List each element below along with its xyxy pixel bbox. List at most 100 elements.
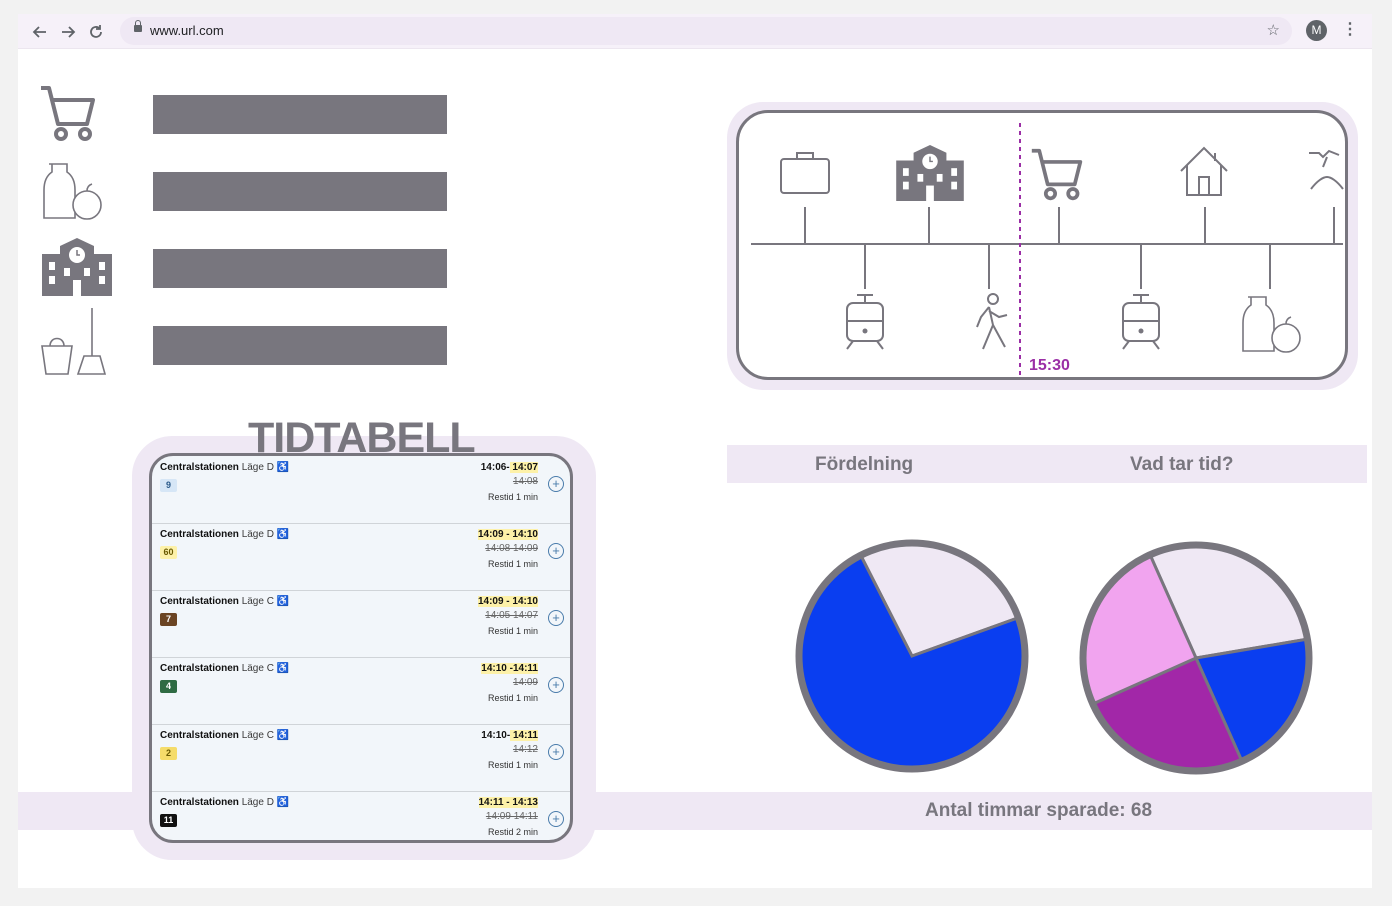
shopping-cart-icon bbox=[41, 86, 95, 141]
original-times: 14:09 14:11 bbox=[485, 811, 538, 822]
table-row[interactable]: Centralstationen Läge D ♿ 9 14:06- 14:07 14… bbox=[152, 456, 570, 524]
activity-bar-3 bbox=[153, 249, 447, 288]
travel-duration: Restid 1 min bbox=[487, 559, 538, 569]
clothes-hanger-icon bbox=[1309, 149, 1344, 190]
reload-icon bbox=[90, 25, 102, 38]
add-trip-button[interactable]: + bbox=[548, 610, 564, 626]
time-usage-pie-chart bbox=[1079, 541, 1313, 775]
timeline-panel bbox=[727, 102, 1358, 390]
add-trip-button[interactable]: + bbox=[548, 476, 564, 492]
walking-person-icon bbox=[976, 293, 1008, 350]
add-trip-button[interactable]: + bbox=[548, 744, 564, 760]
browser-toolbar: www.url.com ☆ M ⋮ bbox=[18, 14, 1372, 49]
activity-bar-4 bbox=[153, 326, 447, 365]
departure-times: 14:09 - 14:10 bbox=[477, 596, 538, 607]
station-name: Centralstationen bbox=[160, 797, 239, 808]
address-bar[interactable]: www.url.com ☆ bbox=[120, 17, 1292, 45]
line-badge: 9 bbox=[160, 479, 177, 492]
table-row[interactable]: Centralstationen Läge C ♿ 7 14:09 - 14:10 1… bbox=[152, 590, 570, 658]
home-icon bbox=[1180, 146, 1228, 196]
stop-position: Läge D bbox=[241, 462, 274, 473]
distribution-pie-chart bbox=[795, 539, 1029, 773]
departure-station: Centralstationen Läge C ♿ bbox=[160, 596, 289, 607]
stop-position: Läge C bbox=[241, 596, 274, 607]
line-badge: 11 bbox=[160, 814, 177, 827]
departure-times: 14:09 - 14:10 bbox=[477, 529, 538, 540]
lock-icon bbox=[134, 20, 142, 32]
bookmark-star-icon[interactable]: ☆ bbox=[1267, 21, 1280, 39]
groceries-icon bbox=[43, 163, 102, 220]
original-times: 14:12 bbox=[512, 744, 538, 755]
table-row[interactable]: Centralstationen Läge D ♿ 60 14:09 - 14:10… bbox=[152, 523, 570, 591]
url-text[interactable]: www.url.com bbox=[150, 23, 224, 38]
shopping-cart-icon bbox=[1031, 148, 1083, 201]
school-icon bbox=[896, 145, 964, 201]
stop-position: Läge D bbox=[241, 797, 274, 808]
plus-icon: + bbox=[552, 610, 560, 625]
wheelchair-icon: ♿ bbox=[276, 730, 290, 741]
hours-saved-label: Antal timmar sparade: 68 bbox=[925, 800, 1153, 821]
wheelchair-icon: ♿ bbox=[276, 596, 290, 607]
add-trip-button[interactable]: + bbox=[548, 677, 564, 693]
school-icon bbox=[42, 238, 112, 296]
station-name: Centralstationen bbox=[160, 462, 239, 473]
station-name: Centralstationen bbox=[160, 730, 239, 741]
timeline-frame bbox=[736, 110, 1348, 380]
activity-bar-1 bbox=[153, 95, 447, 134]
add-trip-button[interactable]: + bbox=[548, 811, 564, 827]
plus-icon: + bbox=[552, 677, 560, 692]
cleaning-icon bbox=[41, 308, 107, 375]
charts-header: Fördelning Vad tar tid? bbox=[727, 445, 1367, 483]
timetable-title: TIDTABELL bbox=[248, 414, 476, 462]
travel-duration: Restid 1 min bbox=[487, 626, 538, 636]
browser-window: www.url.com ☆ M ⋮ 15:30 TIDTABELL Centra… bbox=[18, 14, 1372, 888]
chart-header-right: Vad tar tid? bbox=[1130, 454, 1234, 475]
original-times: 14:05 14:07 bbox=[485, 610, 538, 621]
departure-station: Centralstationen Läge D ♿ bbox=[160, 529, 289, 540]
add-trip-button[interactable]: + bbox=[548, 543, 564, 559]
departure-time-highlight: 14:07 bbox=[509, 462, 538, 473]
arrow-left-icon bbox=[32, 26, 46, 38]
tram-icon bbox=[846, 294, 884, 350]
reload-button[interactable] bbox=[86, 22, 106, 42]
wheelchair-icon: ♿ bbox=[276, 529, 290, 540]
timetable-list: Centralstationen Läge D ♿ 9 14:06- 14:07 14… bbox=[149, 453, 573, 843]
stop-position: Läge C bbox=[241, 663, 274, 674]
station-name: Centralstationen bbox=[160, 596, 239, 607]
original-times: 14:08 bbox=[512, 476, 538, 487]
stop-position: Läge D bbox=[241, 529, 274, 540]
line-badge: 60 bbox=[160, 546, 177, 559]
timetable-panel: Centralstationen Läge D ♿ 9 14:06- 14:07 14… bbox=[132, 436, 596, 860]
original-times: 14:08 14:09 bbox=[485, 543, 538, 554]
profile-avatar[interactable]: M bbox=[1306, 20, 1327, 41]
departure-times: 14:10- 14:11 bbox=[481, 730, 538, 741]
table-row[interactable]: Centralstationen Läge C ♿ 4 14:10 -14:11 14… bbox=[152, 657, 570, 725]
tram-icon bbox=[1122, 294, 1160, 350]
table-row[interactable]: Centralstationen Läge D ♿ 11 14:11 - 14:13… bbox=[152, 791, 570, 840]
departure-station: Centralstationen Läge D ♿ bbox=[160, 462, 289, 473]
departure-station: Centralstationen Läge C ♿ bbox=[160, 730, 289, 741]
forward-button[interactable] bbox=[58, 22, 78, 42]
browser-menu-icon[interactable]: ⋮ bbox=[1342, 20, 1358, 40]
wheelchair-icon: ♿ bbox=[276, 663, 290, 674]
line-badge: 2 bbox=[160, 747, 177, 760]
travel-duration: Restid 2 min bbox=[487, 827, 538, 837]
travel-duration: Restid 1 min bbox=[487, 693, 538, 703]
back-button[interactable] bbox=[30, 22, 50, 42]
departure-time-highlight: 14:10 -14:11 bbox=[481, 663, 538, 674]
wheelchair-icon: ♿ bbox=[276, 462, 290, 473]
station-name: Centralstationen bbox=[160, 663, 239, 674]
plus-icon: + bbox=[552, 744, 560, 759]
arrow-right-icon bbox=[62, 26, 76, 38]
departure-time-highlight: 14:09 - 14:10 bbox=[477, 596, 538, 607]
briefcase-icon bbox=[780, 152, 830, 194]
table-row[interactable]: Centralstationen Läge C ♿ 2 14:10- 14:11 14… bbox=[152, 724, 570, 792]
departure-time-highlight: 14:11 bbox=[510, 730, 538, 741]
stop-position: Läge C bbox=[241, 730, 274, 741]
station-name: Centralstationen bbox=[160, 529, 239, 540]
departure-times: 14:11 - 14:13 bbox=[478, 797, 538, 808]
departure-time-highlight: 14:09 - 14:10 bbox=[477, 529, 538, 540]
departure-times: 14:06- 14:07 bbox=[481, 462, 538, 473]
activity-bar-2 bbox=[153, 172, 447, 211]
departure-station: Centralstationen Läge C ♿ bbox=[160, 663, 289, 674]
